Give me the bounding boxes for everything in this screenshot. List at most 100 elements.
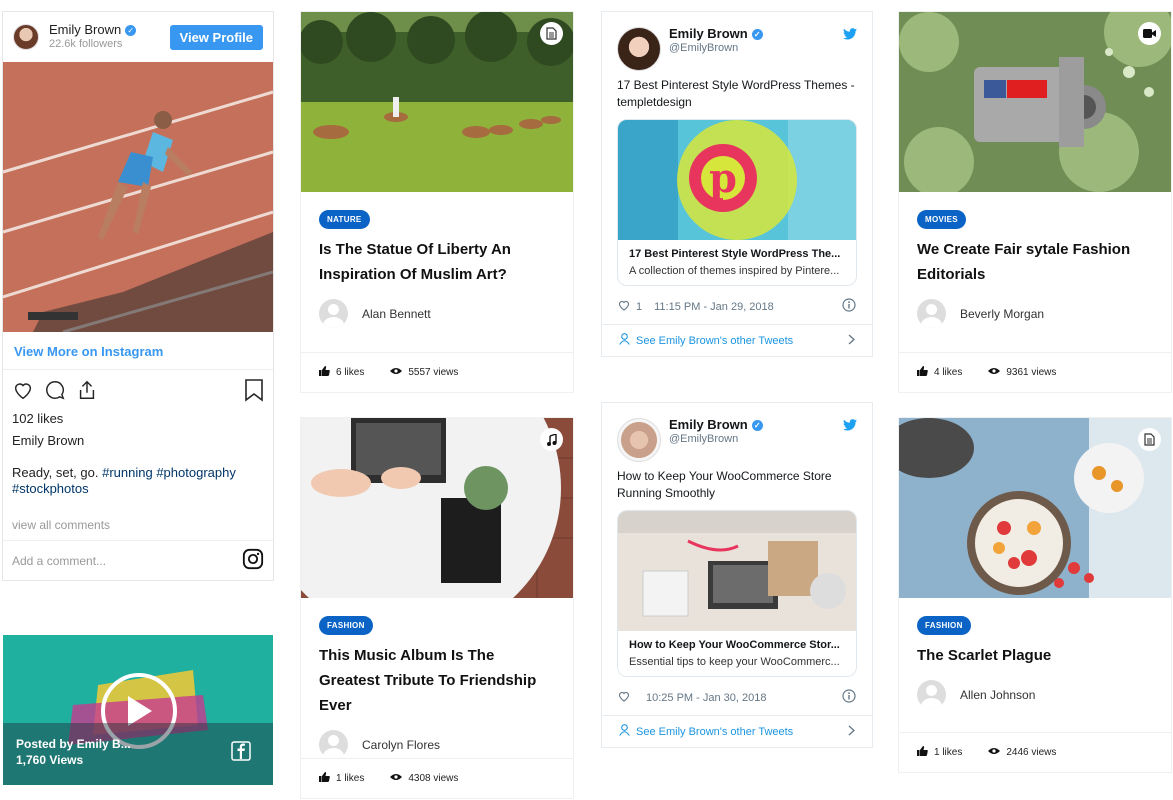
document-icon: [1138, 428, 1161, 451]
post-author[interactable]: Allen Johnson: [899, 680, 1171, 709]
avatar[interactable]: [617, 418, 661, 462]
verified-icon: ✓: [125, 25, 137, 37]
twitter-icon[interactable]: [843, 27, 857, 45]
share-icon[interactable]: [76, 379, 98, 406]
instagram-icon[interactable]: [242, 548, 264, 573]
tweet-handle[interactable]: @EmilyBrown: [669, 41, 763, 55]
author-name[interactable]: Allen Johnson: [960, 688, 1035, 702]
avatar[interactable]: [617, 27, 661, 71]
heart-icon[interactable]: [12, 379, 34, 406]
facebook-icon[interactable]: [231, 741, 251, 766]
author-name[interactable]: Alan Bennett: [362, 307, 431, 321]
tweet-time[interactable]: 10:25 PM - Jan 30, 2018: [646, 692, 766, 704]
instagram-photo[interactable]: [3, 62, 273, 332]
profile-name[interactable]: Emily Brown: [49, 22, 121, 38]
likes-count: 6 likes: [336, 367, 365, 378]
thumbs-up-icon[interactable]: [917, 366, 928, 379]
other-tweets-link[interactable]: See Emily Brown's other Tweets: [636, 726, 793, 738]
tweet-footer[interactable]: See Emily Brown's other Tweets: [602, 324, 872, 356]
view-more-link[interactable]: View More on Instagram: [3, 332, 273, 370]
bookmark-icon[interactable]: [244, 378, 264, 407]
post-image[interactable]: [899, 12, 1171, 192]
chevron-right-icon[interactable]: [848, 725, 855, 739]
tweet-footer[interactable]: See Emily Brown's other Tweets: [602, 715, 872, 747]
post-author[interactable]: Beverly Morgan: [899, 299, 1171, 328]
svg-text:p: p: [709, 155, 737, 202]
category-badge[interactable]: FASHION: [319, 616, 373, 635]
category-badge[interactable]: NATURE: [319, 210, 370, 229]
avatar[interactable]: [13, 24, 39, 50]
hashtag-link[interactable]: #photography: [156, 465, 236, 480]
category-badge[interactable]: FASHION: [917, 616, 971, 635]
post-card[interactable]: FASHION This Music Album Is The Greatest…: [301, 418, 573, 798]
eye-icon: [988, 367, 1001, 378]
link-title: 17 Best Pinterest Style WordPress The...: [629, 248, 841, 260]
thumbs-up-icon[interactable]: [319, 772, 330, 785]
likes-count: 4 likes: [934, 367, 963, 378]
tweet-author-name[interactable]: Emily Brown: [669, 418, 748, 432]
instagram-card: Emily Brown ✓ 22.6k followers View Profil…: [3, 12, 273, 580]
info-icon[interactable]: [842, 689, 856, 706]
comment-input-row: Add a comment...: [3, 540, 273, 580]
comment-icon[interactable]: [44, 379, 66, 406]
post-title[interactable]: Is The Statue Of Liberty An Inspiration …: [301, 229, 573, 287]
chevron-right-icon[interactable]: [848, 334, 855, 348]
tweet-link-card[interactable]: How to Keep Your WooCommerce Stor... Ess…: [617, 510, 857, 677]
post-card[interactable]: MOVIES We Create Fair sytale Fashion Edi…: [899, 12, 1171, 392]
view-profile-button[interactable]: View Profile: [169, 24, 263, 50]
instagram-actions: [3, 370, 273, 407]
posted-by: Posted by Emily B...: [16, 737, 131, 751]
comment-input[interactable]: Add a comment...: [12, 554, 106, 568]
tweet-author-name[interactable]: Emily Brown: [669, 27, 748, 41]
likes-count: 102 likes: [12, 411, 64, 426]
likes-count: 1 likes: [934, 747, 963, 758]
hashtag-link[interactable]: #running: [102, 465, 153, 480]
thumbs-up-icon[interactable]: [917, 746, 928, 759]
author-name[interactable]: Carolyn Flores: [362, 738, 440, 752]
avatar: [917, 299, 946, 328]
hashtag-link[interactable]: #stockphotos: [12, 481, 89, 496]
avatar: [319, 730, 348, 759]
other-tweets-link[interactable]: See Emily Brown's other Tweets: [636, 335, 793, 347]
category-badge[interactable]: MOVIES: [917, 210, 966, 229]
post-username[interactable]: Emily Brown: [3, 430, 273, 451]
tweet-card[interactable]: Emily Brown ✓ @EmilyBrown How to Keep You…: [602, 403, 872, 747]
author-name[interactable]: Beverly Morgan: [960, 307, 1044, 321]
tweet-card[interactable]: Emily Brown ✓ @EmilyBrown 17 Best Pintere…: [602, 12, 872, 356]
tweet-likes: 1: [636, 300, 643, 313]
document-icon: [540, 22, 563, 45]
eye-icon: [390, 367, 403, 378]
post-author[interactable]: Carolyn Flores: [301, 730, 573, 759]
verified-icon: ✓: [751, 419, 763, 431]
post-stats: 6 likes 5557 views: [301, 352, 573, 392]
tweet-time[interactable]: 11:15 PM - Jan 29, 2018: [654, 301, 774, 313]
info-icon[interactable]: [842, 298, 856, 315]
eye-icon: [390, 773, 403, 784]
post-author[interactable]: Alan Bennett: [301, 299, 573, 328]
post-title[interactable]: We Create Fair sytale Fashion Editorials: [899, 229, 1171, 287]
tweet-meta: 1 11:15 PM - Jan 29, 2018: [602, 286, 872, 315]
post-card[interactable]: FASHION The Scarlet Plague Allen Johnson…: [899, 418, 1171, 772]
heart-icon[interactable]: [618, 691, 630, 705]
post-image[interactable]: [301, 418, 573, 598]
link-title: How to Keep Your WooCommerce Stor...: [629, 639, 840, 651]
post-card[interactable]: NATURE Is The Statue Of Liberty An Inspi…: [301, 12, 573, 392]
views-count: 2446 views: [1006, 747, 1057, 758]
post-stats: 4 likes 9361 views: [899, 352, 1171, 392]
view-all-comments-link[interactable]: view all comments: [3, 497, 273, 532]
link-preview-image: [618, 511, 856, 631]
link-preview-image: p: [618, 120, 856, 240]
tweet-text: How to Keep Your WooCommerce Store Runni…: [617, 469, 832, 500]
post-title[interactable]: This Music Album Is The Greatest Tribute…: [301, 635, 573, 718]
tweet-handle[interactable]: @EmilyBrown: [669, 432, 763, 446]
link-description: A collection of themes inspired by Pinte…: [629, 265, 840, 277]
facebook-video-card[interactable]: Posted by Emily B... 1,760 Views: [3, 635, 273, 785]
post-image[interactable]: [301, 12, 573, 192]
post-stats: 1 likes 2446 views: [899, 732, 1171, 772]
tweet-link-card[interactable]: p 17 Best Pinterest Style WordPress The.…: [617, 119, 857, 286]
post-title[interactable]: The Scarlet Plague: [899, 635, 1171, 668]
thumbs-up-icon[interactable]: [319, 366, 330, 379]
heart-icon[interactable]: [618, 300, 630, 314]
twitter-icon[interactable]: [843, 418, 857, 436]
post-image[interactable]: [899, 418, 1171, 598]
